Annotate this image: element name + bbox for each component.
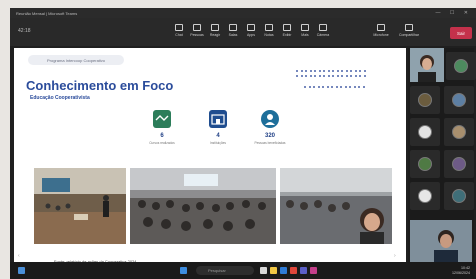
weather-icon[interactable]	[18, 267, 25, 274]
handshake-icon	[153, 110, 171, 128]
mic-button[interactable]: Microfone	[373, 24, 389, 42]
stat-label: Pessoas beneficiadas	[254, 141, 286, 145]
window-controls[interactable]: — ☐ ✕	[436, 10, 472, 16]
more-button[interactable]: Mais	[298, 24, 312, 42]
leave-button[interactable]: Sair	[450, 27, 472, 39]
apps-icon	[247, 24, 255, 31]
participant-tile[interactable]	[410, 118, 440, 146]
avatar	[418, 157, 432, 171]
participant-tile[interactable]	[444, 86, 474, 114]
meeting-toolbar: 42:18 Chat Pessoas Reagir Salas Apps Not…	[10, 18, 476, 46]
task-view-icon[interactable]	[260, 267, 267, 274]
avatar	[418, 125, 432, 139]
participant-gallery	[408, 48, 476, 270]
explorer-icon[interactable]	[270, 267, 277, 274]
taskbar-search[interactable]: Pesquisar	[196, 266, 254, 275]
slide-title: Conhecimento em Foco	[26, 78, 174, 93]
stat-pessoas: 320 Pessoas beneficiadas	[250, 110, 290, 145]
more-button-label: Mais	[301, 33, 309, 37]
decorative-dots-top	[296, 70, 366, 77]
meeting-timer: 42:18	[18, 28, 31, 34]
chrome-icon[interactable]	[290, 267, 297, 274]
view-button-label: Exibir	[282, 33, 292, 37]
participant-tile[interactable]	[444, 182, 474, 210]
shared-slide: Programa Intercoop Cooperativo Conhecime…	[14, 48, 406, 270]
rooms-button[interactable]: Salas	[226, 24, 240, 42]
edge-icon[interactable]	[280, 267, 287, 274]
camera-button[interactable]: Câmera	[316, 24, 330, 42]
app-icon[interactable]	[310, 267, 317, 274]
clock-date: 12/06/2024	[452, 270, 470, 275]
avatar	[452, 93, 466, 107]
view-button[interactable]: Exibir	[280, 24, 294, 42]
avatar	[454, 59, 468, 73]
rooms-button-label: Salas	[228, 33, 238, 37]
stat-cursos: 6 Cursos realizados	[142, 110, 182, 145]
teams-icon[interactable]	[300, 267, 307, 274]
stat-instituicoes: 4 Instituições	[198, 110, 238, 145]
stat-label: Cursos realizados	[149, 141, 175, 145]
event-photo-1	[34, 168, 126, 244]
participant-tile[interactable]	[410, 182, 440, 210]
people-button[interactable]: Pessoas	[190, 24, 204, 42]
title-bar: Reunião Mensal | Microsoft Teams — ☐ ✕	[10, 8, 476, 18]
event-photo-3	[280, 168, 392, 244]
mic-icon	[377, 24, 385, 31]
avatar	[452, 157, 466, 171]
prev-slide-icon[interactable]: ‹	[18, 253, 24, 259]
notes-button-label: Notas	[264, 33, 274, 37]
decorative-dots-mid	[304, 86, 365, 88]
stat-value: 4	[216, 133, 220, 139]
apps-button[interactable]: Apps	[244, 24, 258, 42]
view-icon	[283, 24, 291, 31]
start-icon[interactable]	[180, 267, 187, 274]
window-title: Reunião Mensal | Microsoft Teams	[16, 11, 78, 16]
event-photo-2	[130, 168, 276, 244]
chat-button[interactable]: Chat	[172, 24, 186, 42]
chat-icon	[175, 24, 183, 31]
apps-button-label: Apps	[247, 33, 255, 37]
participant-tile[interactable]	[446, 52, 476, 80]
camera-icon	[319, 24, 327, 31]
participant-video-tile[interactable]	[410, 48, 444, 82]
os-taskbar: Pesquisar 10:42 12/06/2024	[10, 262, 476, 279]
people-button-label: Pessoas	[190, 33, 204, 37]
slide-subtitle: Educação Cooperativista	[30, 95, 90, 101]
reaction-icon	[211, 24, 219, 31]
notes-button[interactable]: Notas	[262, 24, 276, 42]
stat-value: 6	[160, 133, 164, 139]
self-video-tile[interactable]	[410, 220, 472, 266]
mic-button-label: Microfone	[373, 33, 389, 37]
stat-label: Instituições	[210, 141, 226, 145]
participant-tile[interactable]	[444, 118, 474, 146]
next-slide-icon[interactable]: ›	[394, 253, 400, 259]
system-clock[interactable]: 10:42 12/06/2024	[452, 266, 470, 275]
slide-program-pill: Programa Intercoop Cooperativo	[28, 55, 124, 65]
share-button-label: Compartilhar	[398, 33, 420, 37]
stat-value: 320	[264, 133, 275, 139]
participant-tile[interactable]	[410, 86, 440, 114]
share-button[interactable]: Compartilhar	[398, 24, 420, 42]
person-icon	[261, 110, 279, 128]
participant-tile[interactable]	[444, 150, 474, 178]
chat-button-label: Chat	[175, 33, 183, 37]
notes-icon	[265, 24, 273, 31]
more-icon	[301, 24, 309, 31]
share-icon	[405, 24, 413, 31]
building-icon	[209, 110, 227, 128]
camera-button-label: Câmera	[316, 33, 330, 37]
participant-tile[interactable]	[410, 150, 440, 178]
teams-window: Reunião Mensal | Microsoft Teams — ☐ ✕ 4…	[10, 8, 476, 270]
avatar	[418, 189, 432, 203]
avatar	[452, 125, 466, 139]
avatar	[418, 93, 432, 107]
rooms-icon	[229, 24, 237, 31]
people-icon	[193, 24, 201, 31]
avatar	[452, 189, 466, 203]
reaction-button-label: Reagir	[209, 33, 221, 37]
reaction-button[interactable]: Reagir	[208, 24, 222, 42]
